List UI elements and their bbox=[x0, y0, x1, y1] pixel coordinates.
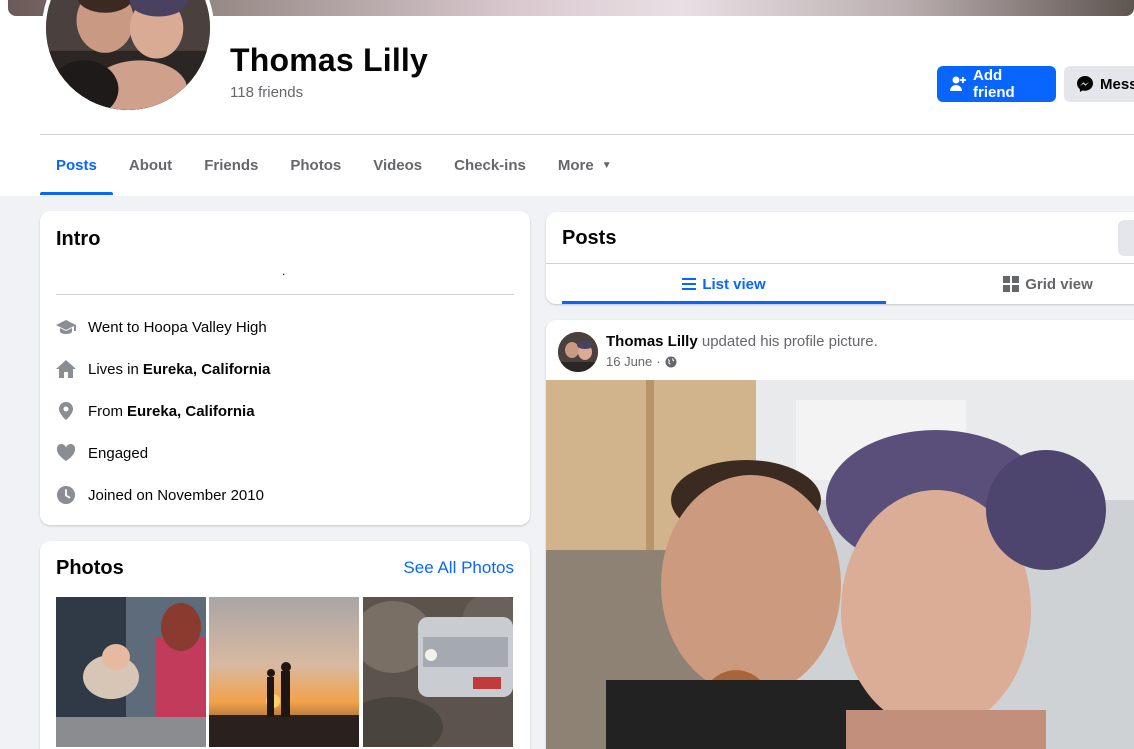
post-header-text: Thomas Lilly updated his profile picture… bbox=[606, 333, 878, 350]
info-lives-in-place[interactable]: Eureka, California bbox=[143, 361, 271, 378]
info-joined: Joined on November 2010 bbox=[56, 484, 264, 506]
tab-more[interactable]: More ▼ bbox=[542, 135, 628, 195]
tab-photos-label: Photos bbox=[290, 156, 342, 174]
heart-icon bbox=[56, 443, 76, 463]
caret-down-icon: ▼ bbox=[601, 159, 612, 171]
intro-title: Intro bbox=[56, 228, 101, 250]
home-icon bbox=[56, 359, 76, 379]
messenger-icon bbox=[1077, 76, 1093, 92]
tab-about-label: About bbox=[128, 156, 173, 174]
tab-check-ins-label: Check-ins bbox=[454, 156, 526, 174]
friends-count[interactable]: 118 friends bbox=[230, 84, 303, 101]
post-photo[interactable] bbox=[546, 380, 1134, 749]
profile-tabs: Posts About Friends Photos Videos Check-… bbox=[40, 135, 628, 195]
list-view-label: List view bbox=[702, 275, 766, 293]
message-label: Messa bbox=[1100, 75, 1134, 93]
list-view-tab[interactable]: List view bbox=[562, 264, 886, 304]
grid-icon bbox=[1003, 276, 1020, 292]
message-button[interactable]: Messa bbox=[1064, 66, 1134, 102]
photo-thumbnail[interactable] bbox=[56, 597, 206, 747]
tab-videos[interactable]: Videos bbox=[357, 135, 438, 195]
intro-card: Intro Went to Hoopa Valley High Lives in… bbox=[40, 211, 530, 525]
info-joined-text: Joined on November 2010 bbox=[88, 486, 264, 504]
post-meta: 16 June · bbox=[606, 354, 677, 369]
info-from: From Eureka, California bbox=[56, 400, 255, 422]
post-card: Thomas Lilly updated his profile picture… bbox=[546, 320, 1134, 749]
tab-friends[interactable]: Friends bbox=[188, 135, 274, 195]
grid-view-label: Grid view bbox=[1025, 275, 1093, 293]
intro-bio: . bbox=[282, 264, 286, 278]
info-education: Went to Hoopa Valley High bbox=[56, 316, 267, 338]
posts-card: Posts List view Grid view bbox=[546, 212, 1134, 304]
tab-friends-label: Friends bbox=[204, 156, 259, 174]
post-date[interactable]: 16 June bbox=[606, 354, 652, 369]
tab-about[interactable]: About bbox=[113, 135, 188, 195]
info-lives-in-text: Lives in bbox=[88, 360, 139, 378]
intro-divider bbox=[56, 294, 514, 295]
tab-check-ins[interactable]: Check-ins bbox=[438, 135, 542, 195]
photos-title: Photos bbox=[56, 557, 124, 579]
photo-thumbnail[interactable] bbox=[363, 597, 513, 747]
globe-icon bbox=[665, 356, 677, 367]
photo-thumbnail[interactable] bbox=[209, 597, 359, 747]
tab-more-label: More bbox=[557, 156, 594, 174]
post-meta-separator: · bbox=[656, 354, 661, 369]
photos-card: Photos See All Photos bbox=[40, 541, 530, 749]
tab-posts-label: Posts bbox=[56, 156, 97, 174]
see-all-photos-link[interactable]: See All Photos bbox=[403, 558, 514, 578]
info-from-place[interactable]: Eureka, California bbox=[127, 403, 255, 420]
grid-view-tab[interactable]: Grid view bbox=[886, 264, 1134, 304]
filters-button[interactable] bbox=[1118, 220, 1134, 256]
post-author-name[interactable]: Thomas Lilly bbox=[606, 333, 698, 350]
location-pin-icon bbox=[56, 401, 76, 421]
tab-posts[interactable]: Posts bbox=[40, 135, 113, 195]
posts-title: Posts bbox=[562, 227, 617, 249]
tab-videos-label: Videos bbox=[373, 156, 423, 174]
info-lives-in: Lives in Eureka, California bbox=[56, 358, 270, 380]
clock-icon bbox=[56, 485, 76, 505]
profile-name: Thomas Lilly bbox=[230, 42, 428, 78]
post-author-avatar[interactable] bbox=[558, 332, 598, 372]
graduation-cap-icon bbox=[56, 317, 76, 337]
info-relationship-text: Engaged bbox=[88, 444, 149, 462]
info-education-text: Went to Hoopa Valley High bbox=[88, 318, 267, 336]
add-person-icon bbox=[950, 76, 966, 91]
add-friend-button[interactable]: Add friend bbox=[937, 66, 1056, 102]
info-relationship: Engaged bbox=[56, 442, 148, 464]
list-icon bbox=[682, 278, 697, 290]
post-action-text: updated his profile picture. bbox=[701, 333, 878, 350]
add-friend-label: Add friend bbox=[973, 67, 1015, 101]
info-from-text: From bbox=[88, 402, 123, 420]
tab-photos[interactable]: Photos bbox=[274, 135, 357, 195]
